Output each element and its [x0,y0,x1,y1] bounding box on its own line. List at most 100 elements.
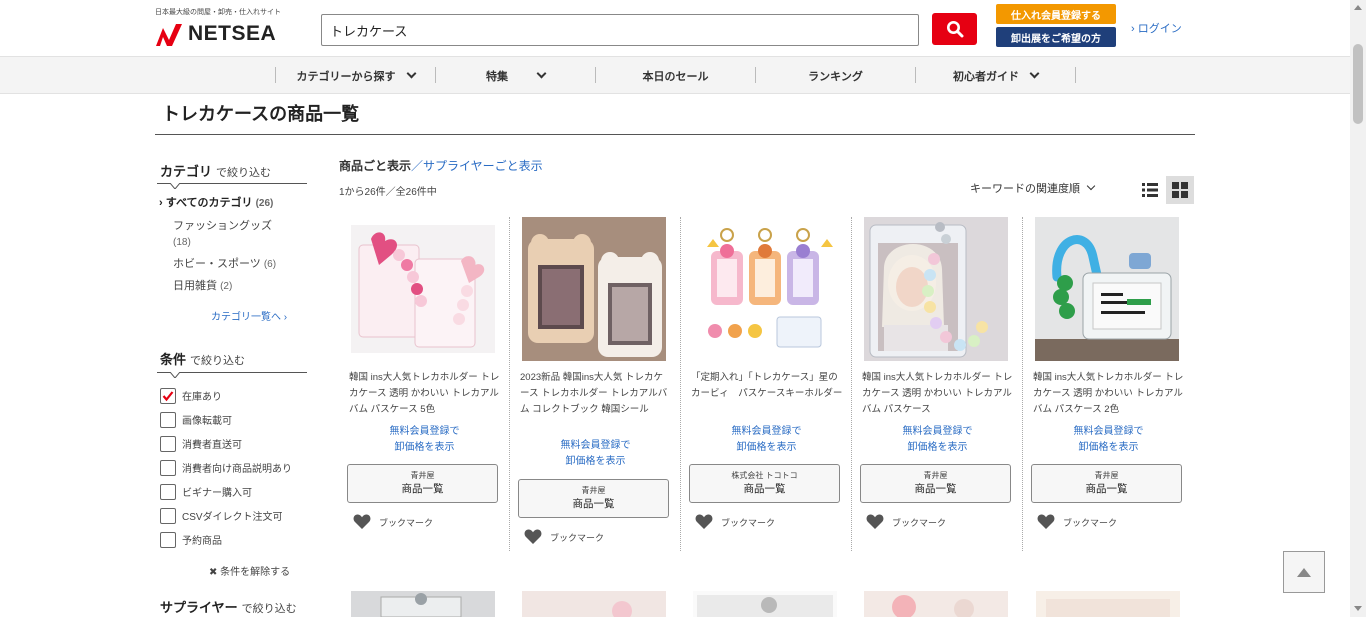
sort-select[interactable]: キーワードの関連度順 [970,180,1096,196]
member-line: 無料会員登録で [731,426,802,437]
category-count: (6) [263,259,277,270]
product-name-link[interactable]: 韓国 ins大人気トレカホルダー トレカケース 透明 かわいい トレカアルバム … [862,370,1014,418]
page-scrollbar[interactable] [1350,0,1366,617]
checkbox[interactable] [160,435,176,452]
grid-view-button[interactable] [1166,176,1194,204]
product-thumbnail-partial [380,593,462,617]
supplier-list-label: 商品一覧 [914,483,957,495]
bookmark-button[interactable]: ブックマーク [353,514,433,530]
category-all[interactable]: › すべてのカテゴリ (26) [159,195,273,212]
member-price-link[interactable]: 無料会員登録で 卸価格を表示 [1023,424,1194,456]
supplier-list-label: 商品一覧 [1085,483,1128,495]
clear-conditions-link[interactable]: ✖ 条件を解除する [209,563,290,578]
product-thumbnail-partial [697,595,833,617]
checkbox[interactable] [160,411,176,428]
product-name-link[interactable]: 韓国 ins大人気トレカホルダー トレカケース 透明 かわいい トレカアルバム … [349,370,501,418]
member-price-link[interactable]: 無料会員登録で 卸価格を表示 [510,438,681,470]
nav-label: 本日のセール [642,70,709,83]
supplier-name: 青井屋 [923,471,948,480]
chevron-right-icon: › [1131,23,1138,35]
condition-label: 画像転載可 [182,416,232,427]
product-image[interactable] [1035,217,1179,361]
checkbox[interactable] [160,387,176,404]
member-price-link[interactable]: 無料会員登録で 卸価格を表示 [339,424,510,456]
condition-consumer-desc[interactable]: 消費者向け商品説明あり [160,459,292,476]
search-input[interactable] [321,14,919,46]
bookmark-button[interactable]: ブックマーク [1037,514,1117,530]
view-by-supplier-link[interactable]: サプライヤーごと表示 [423,159,543,173]
supplier-products-button[interactable]: 株式会社 トコトコ 商品一覧 [689,464,840,503]
condition-in-stock[interactable]: 在庫あり [160,387,222,404]
member-price-link[interactable]: 無料会員登録で 卸価格を表示 [852,424,1023,456]
nav-label: ランキング [808,70,863,83]
title-divider [155,134,1195,135]
supplier-products-button[interactable]: 青井屋 商品一覧 [518,479,669,518]
product-card: 「定期入れ」「トレカケース」星のカービィ パスケースキーホルダー 無料会員登録で… [681,217,852,551]
condition-preorder[interactable]: 予約商品 [160,531,222,548]
scroll-down-arrow-icon[interactable] [1354,606,1362,611]
condition-beginner[interactable]: ビギナー購入可 [160,483,252,500]
back-to-top-button[interactable] [1283,551,1325,593]
netsea-logo[interactable]: NETSEA [154,20,276,48]
bookmark-button[interactable]: ブックマーク [524,529,604,545]
condition-label: 消費者向け商品説明あり [182,464,292,475]
product-image[interactable] [864,591,1008,617]
chevron-down-icon [536,68,547,79]
heart-icon [695,514,713,529]
member-price-link[interactable]: 無料会員登録で 卸価格を表示 [681,424,852,456]
member-line: 卸価格を表示 [565,456,626,467]
notch-decoration [170,372,180,378]
scroll-thumb[interactable] [1353,44,1363,124]
supplier-products-button[interactable]: 青井屋 商品一覧 [1031,464,1182,503]
nav-ranking[interactable]: ランキング [756,57,915,94]
product-image[interactable] [351,591,495,617]
nav-category[interactable]: カテゴリーから探す [276,57,435,94]
nav-today-sale[interactable]: 本日のセール [596,57,755,94]
result-count: 1から26件／全26件中 [339,187,437,198]
checkbox[interactable] [160,507,176,524]
supplier-name: 株式会社 トコトコ [731,471,798,480]
bookmark-button[interactable]: ブックマーク [695,514,775,530]
chevron-down-icon [1086,181,1096,191]
supplier-products-button[interactable]: 青井屋 商品一覧 [347,464,498,503]
product-name-link[interactable]: 2023新品 韓国ins大人気 トレカケース トレカホルダー トレカアルバム コ… [520,370,672,418]
chevron-right-icon: › [159,197,166,209]
nav-features[interactable]: 特集 [436,57,595,94]
member-register-button[interactable]: 仕入れ会員登録する [996,4,1116,24]
condition-csv-direct[interactable]: CSVダイレクト注文可 [160,507,283,524]
product-image[interactable] [351,225,495,353]
search-button[interactable] [932,13,977,45]
product-name-link[interactable]: 「定期入れ」「トレカケース」星のカービィ パスケースキーホルダー [691,370,843,402]
category-list-link[interactable]: カテゴリ一覧へ › [211,308,287,323]
supplier-products-button[interactable]: 青井屋 商品一覧 [860,464,1011,503]
nav-beginner-guide[interactable]: 初心者ガイド [916,57,1075,94]
condition-image-reuse[interactable]: 画像転載可 [160,411,232,428]
scroll-up-arrow-icon[interactable] [1354,5,1362,10]
supplier-list-label: 商品一覧 [743,483,786,495]
heading-suffix: で絞り込む [190,355,246,367]
category-fashion[interactable]: ファッショングッズ (18) [173,218,272,251]
supplier-name: 青井屋 [410,471,435,480]
page: 日本最大級の問屋・卸売・仕入れサイト NETSEA 仕入れ会員登録する 卸出展を… [0,0,1366,617]
caret-up-icon [1297,567,1311,577]
product-image[interactable] [693,591,837,617]
checkbox[interactable] [160,531,176,548]
product-image[interactable] [693,217,837,361]
member-line: 卸価格を表示 [907,442,968,453]
login-link[interactable]: › ログイン [1131,20,1182,36]
product-image[interactable] [522,217,666,361]
exhibit-button[interactable]: 卸出展をご希望の方 [996,27,1116,47]
checkbox[interactable] [160,483,176,500]
product-image[interactable] [1036,591,1180,617]
checkbox[interactable] [160,459,176,476]
category-daily[interactable]: 日用雑貨 (2) [173,278,232,295]
category-label: すべてのカテゴリ [165,197,253,209]
bookmark-label: ブックマーク [721,517,776,528]
product-image[interactable] [522,591,666,617]
list-view-button[interactable] [1138,178,1162,202]
bookmark-button[interactable]: ブックマーク [866,514,946,530]
product-name-link[interactable]: 韓国 ins大人気トレカホルダー トレカケース 透明 かわいい トレカアルバム … [1033,370,1185,418]
category-hobby[interactable]: ホビー・スポーツ (6) [173,256,276,273]
product-image[interactable] [864,217,1008,361]
condition-direct-ship[interactable]: 消費者直送可 [160,435,242,452]
